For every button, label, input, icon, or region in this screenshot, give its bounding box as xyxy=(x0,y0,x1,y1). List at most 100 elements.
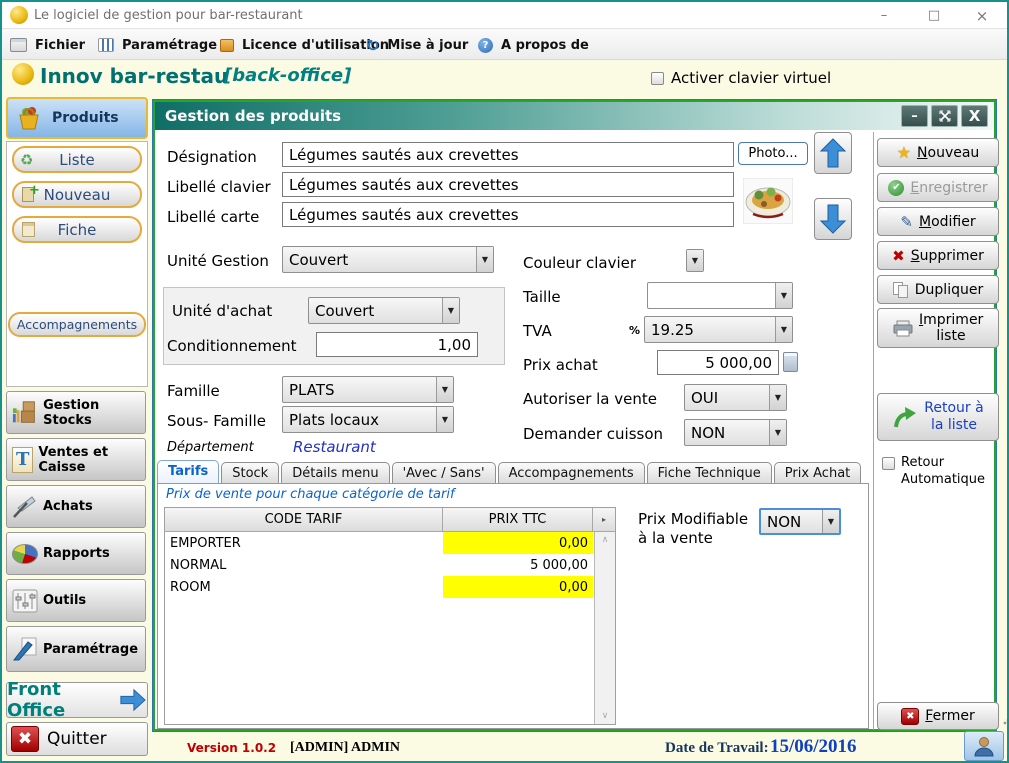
libelle-carte-input[interactable]: Légumes sautés aux crevettes xyxy=(282,202,734,227)
modifier-button[interactable]: ✎ Modifier xyxy=(877,207,999,236)
tab-avec-sans[interactable]: 'Avec / Sans' xyxy=(392,462,496,484)
enregistrer-button[interactable]: ✔ Enregistrer xyxy=(877,173,999,202)
nouveau-button[interactable]: ★ Nouveau xyxy=(877,138,999,167)
col-code-tarif[interactable]: CODE TARIF xyxy=(165,508,443,532)
product-photo-thumbnail xyxy=(743,178,793,224)
window-close-button[interactable]: X xyxy=(961,105,988,127)
libelle-carte-label: Libellé carte xyxy=(167,208,259,226)
supprimer-button[interactable]: ✖ Supprimer xyxy=(877,241,999,270)
demander-cuisson-select[interactable]: NON▼ xyxy=(684,419,787,446)
modules-panel: Gestion Stocks T Ventes et Caisse Achats… xyxy=(6,391,148,675)
calculator-icon[interactable] xyxy=(783,352,798,372)
status-bar: Version 1.0.2 [ADMIN] ADMIN Date de Trav… xyxy=(152,734,1007,760)
sidebar-item-gestion-stocks[interactable]: Gestion Stocks xyxy=(6,391,146,434)
prix-achat-input[interactable]: 5 000,00 xyxy=(657,350,779,375)
sidebar-item-nouveau[interactable]: + Nouveau xyxy=(12,181,142,208)
col-prix-ttc[interactable]: PRIX TTC xyxy=(443,508,593,532)
basket-icon xyxy=(14,103,44,133)
conditionnement-input[interactable]: 1,00 xyxy=(316,332,478,357)
tab-tarifs[interactable]: Tarifs xyxy=(157,460,219,484)
sidebar-item-rapports[interactable]: Rapports xyxy=(6,532,146,575)
tab-stock[interactable]: Stock xyxy=(221,462,279,484)
prix-modifiable-label: Prix Modifiable à la vente xyxy=(638,510,758,548)
sidebar-item-produits[interactable]: Produits xyxy=(6,97,148,139)
photo-button[interactable]: Photo... xyxy=(738,142,808,165)
brand-ball-icon xyxy=(12,63,34,85)
virtual-keyboard-checkbox[interactable] xyxy=(651,72,664,85)
close-red-icon: ✖ xyxy=(901,708,919,725)
tab-prix-achat[interactable]: Prix Achat xyxy=(774,462,862,484)
brand-name: Innov bar-restau xyxy=(40,64,228,88)
printer-icon xyxy=(893,320,913,337)
menu-fichier[interactable]: Fichier xyxy=(10,30,85,60)
sidebar-item-outils[interactable]: Outils xyxy=(6,579,146,622)
tva-percent-sign: % xyxy=(629,324,640,337)
tva-select[interactable]: 19.25▼ xyxy=(644,316,793,343)
recycle-icon: ♻ xyxy=(20,151,33,169)
tab-accompagnements[interactable]: Accompagnements xyxy=(498,462,645,484)
unite-achat-label: Unité d'achat xyxy=(172,302,272,320)
designation-input[interactable]: Légumes sautés aux crevettes xyxy=(282,142,734,167)
prix-modifiable-select[interactable]: NON▼ xyxy=(759,508,841,535)
menu-mise-a-jour[interactable]: ↻ Mise à jour xyxy=(366,30,468,60)
taille-select[interactable]: ▼ xyxy=(647,282,793,309)
imprimer-liste-button[interactable]: Imprimer liste xyxy=(877,308,999,348)
table-corner-arrow-icon[interactable]: ▸ xyxy=(593,508,615,532)
retour-automatique-label: Retour Automatique xyxy=(901,455,997,489)
famille-select[interactable]: PLATS▼ xyxy=(282,376,454,403)
fermer-button[interactable]: ✖ Fermer xyxy=(877,702,999,730)
window-expand-button[interactable] xyxy=(931,105,958,127)
tab-fiche-technique[interactable]: Fiche Technique xyxy=(647,462,772,484)
table-row[interactable]: NORMAL 5 000,00 xyxy=(165,554,615,576)
virtual-keyboard-label: Activer clavier virtuel xyxy=(671,69,831,87)
sidebar-item-achats[interactable]: Achats xyxy=(6,485,146,528)
couleur-dropdown-button[interactable]: ▼ xyxy=(686,249,704,272)
sidebar-item-fiche[interactable]: Fiche xyxy=(12,216,142,243)
designation-label: Désignation xyxy=(167,148,257,166)
dupliquer-button[interactable]: Dupliquer xyxy=(877,275,999,304)
departement-value: Restaurant xyxy=(293,438,376,456)
libelle-clavier-input[interactable]: Légumes sautés aux crevettes xyxy=(282,172,734,197)
front-office-button[interactable]: Front Office xyxy=(6,682,148,718)
achat-groupbox: Unité d'achat Couvert▼ Conditionnement 1… xyxy=(163,287,505,365)
move-up-button[interactable] xyxy=(814,132,852,174)
unite-achat-select[interactable]: Couvert▼ xyxy=(308,297,460,324)
sidebar-item-ventes-et-caisse[interactable]: T Ventes et Caisse xyxy=(6,438,146,481)
sous-famille-select[interactable]: Plats locaux▼ xyxy=(282,406,454,433)
retour-liste-button[interactable]: Retour à la liste xyxy=(877,393,999,441)
minimize-button[interactable]: – xyxy=(867,6,901,26)
user-session-button[interactable] xyxy=(964,731,1004,761)
move-down-button[interactable] xyxy=(814,198,852,240)
menu-licence[interactable]: Licence d'utilisation xyxy=(220,30,389,60)
autoriser-vente-select[interactable]: OUI▼ xyxy=(684,384,787,411)
table-row[interactable]: EMPORTER 0,00 xyxy=(165,532,615,554)
app-logo-icon xyxy=(10,6,28,24)
current-user: [ADMIN] ADMIN xyxy=(290,740,400,756)
plus-icon: + xyxy=(29,183,40,198)
table-row[interactable]: ROOM 0,00 xyxy=(165,576,615,598)
table-vertical-scrollbar[interactable]: ∧ ∨ xyxy=(594,532,615,724)
quitter-button[interactable]: ✖ Quitter xyxy=(6,722,148,756)
sidebar-item-liste[interactable]: ♻ Liste xyxy=(12,146,142,173)
close-button[interactable]: × xyxy=(965,6,999,26)
quit-x-icon: ✖ xyxy=(11,726,39,752)
chevron-down-icon: ▼ xyxy=(769,420,786,445)
menu-parametrage[interactable]: Paramétrage xyxy=(98,30,217,60)
arrow-down-icon xyxy=(819,203,847,235)
scroll-up-icon[interactable]: ∧ xyxy=(595,535,615,545)
scroll-down-icon[interactable]: ∨ xyxy=(595,711,615,721)
window-titlebar[interactable]: Gestion des produits xyxy=(155,102,994,130)
menu-bar: Fichier Paramétrage Licence d'utilisatio… xyxy=(2,30,1007,60)
retour-automatique-checkbox[interactable] xyxy=(882,457,895,470)
sidebar-item-accompagnements[interactable]: Accompagnements xyxy=(8,312,146,337)
maximize-button[interactable]: □ xyxy=(917,6,951,26)
sidebar-item-parametrage[interactable]: Paramétrage xyxy=(6,626,146,672)
check-circle-icon: ✔ xyxy=(888,180,904,196)
tarif-table-header: CODE TARIF PRIX TTC ▸ xyxy=(165,508,615,532)
tab-details-menu[interactable]: Détails menu xyxy=(281,462,389,484)
menu-a-propos[interactable]: ? A propos de xyxy=(478,30,589,60)
window-minimize-button[interactable]: – xyxy=(901,105,928,127)
unite-gestion-select[interactable]: Couvert▼ xyxy=(282,246,494,273)
chevron-down-icon: ▼ xyxy=(476,247,493,272)
resize-grip[interactable] xyxy=(1003,715,1009,725)
